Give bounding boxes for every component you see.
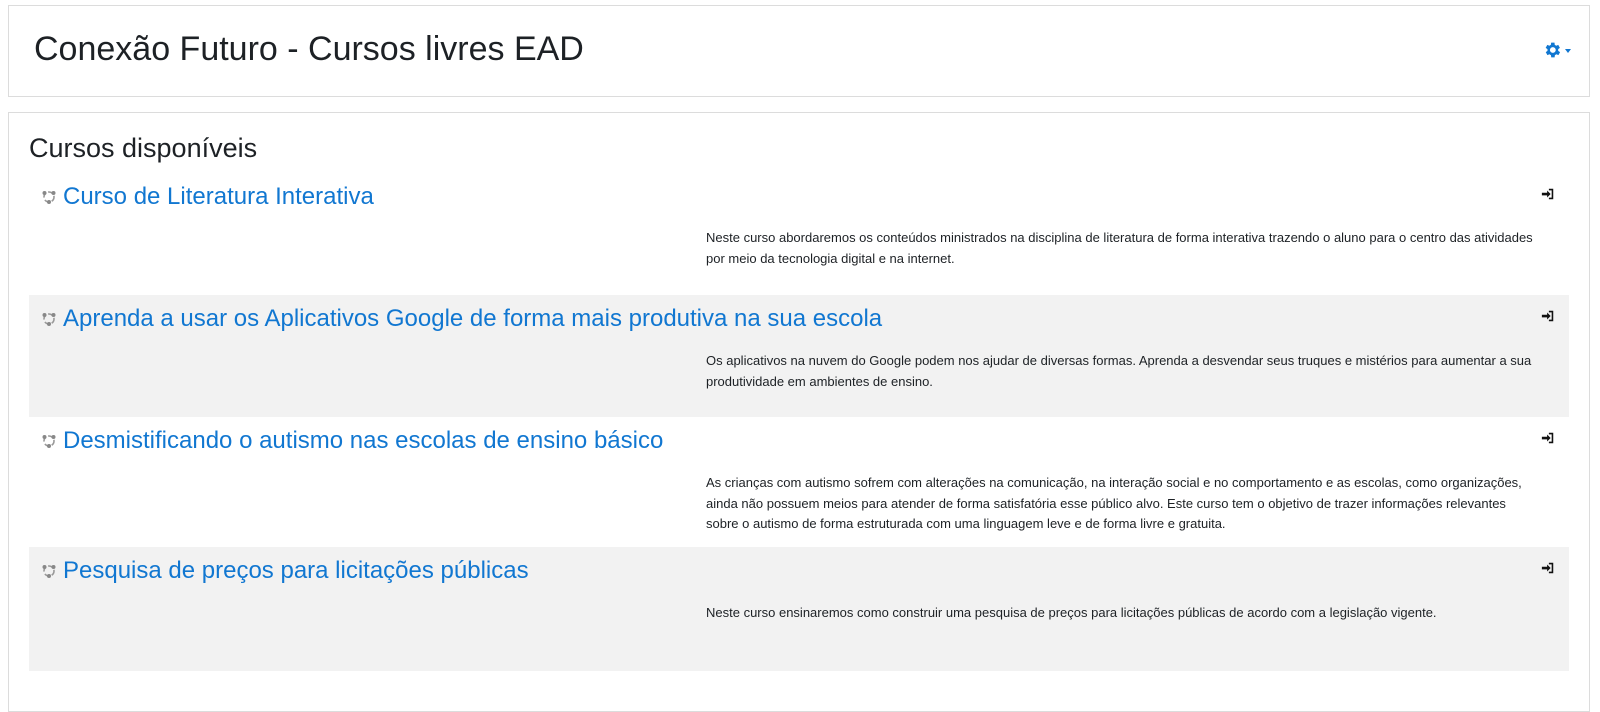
course-box: Pesquisa de preços para licitações públi…: [29, 547, 1569, 671]
sign-in-icon[interactable]: [1541, 561, 1555, 575]
sign-in-icon[interactable]: [1541, 431, 1555, 445]
sign-in-icon[interactable]: [1541, 187, 1555, 201]
course-summary: Neste curso abordaremos os conteúdos min…: [706, 230, 1533, 266]
course-link[interactable]: Pesquisa de preços para licitações públi…: [63, 557, 529, 585]
course-link[interactable]: Aprenda a usar os Aplicativos Google de …: [63, 305, 882, 333]
course-box: Curso de Literatura Interativa Neste cur…: [29, 173, 1569, 295]
gear-icon: [1545, 42, 1561, 58]
chevron-down-icon: [1565, 49, 1571, 53]
page-header: Conexão Futuro - Cursos livres EAD: [8, 5, 1590, 97]
course-icon: [42, 191, 56, 204]
course-link[interactable]: Desmistificando o autismo nas escolas de…: [63, 427, 663, 455]
site-title: Conexão Futuro - Cursos livres EAD: [34, 30, 584, 68]
course-summary: Neste curso ensinaremos como construir u…: [706, 605, 1437, 620]
course-summary: As crianças com autismo sofrem com alter…: [706, 475, 1522, 531]
course-icon: [42, 313, 56, 326]
course-summary: Os aplicativos na nuvem do Google podem …: [706, 353, 1532, 389]
course-box: Desmistificando o autismo nas escolas de…: [29, 417, 1569, 547]
settings-menu-button[interactable]: [1542, 40, 1571, 60]
course-box: Aprenda a usar os Aplicativos Google de …: [29, 295, 1569, 417]
section-title: Cursos disponíveis: [29, 133, 258, 163]
course-link[interactable]: Curso de Literatura Interativa: [63, 183, 374, 211]
course-icon: [42, 565, 56, 578]
sign-in-icon[interactable]: [1541, 309, 1555, 323]
course-icon: [42, 435, 56, 448]
available-courses-region: Cursos disponíveis Curso de Literatura I…: [8, 112, 1590, 712]
